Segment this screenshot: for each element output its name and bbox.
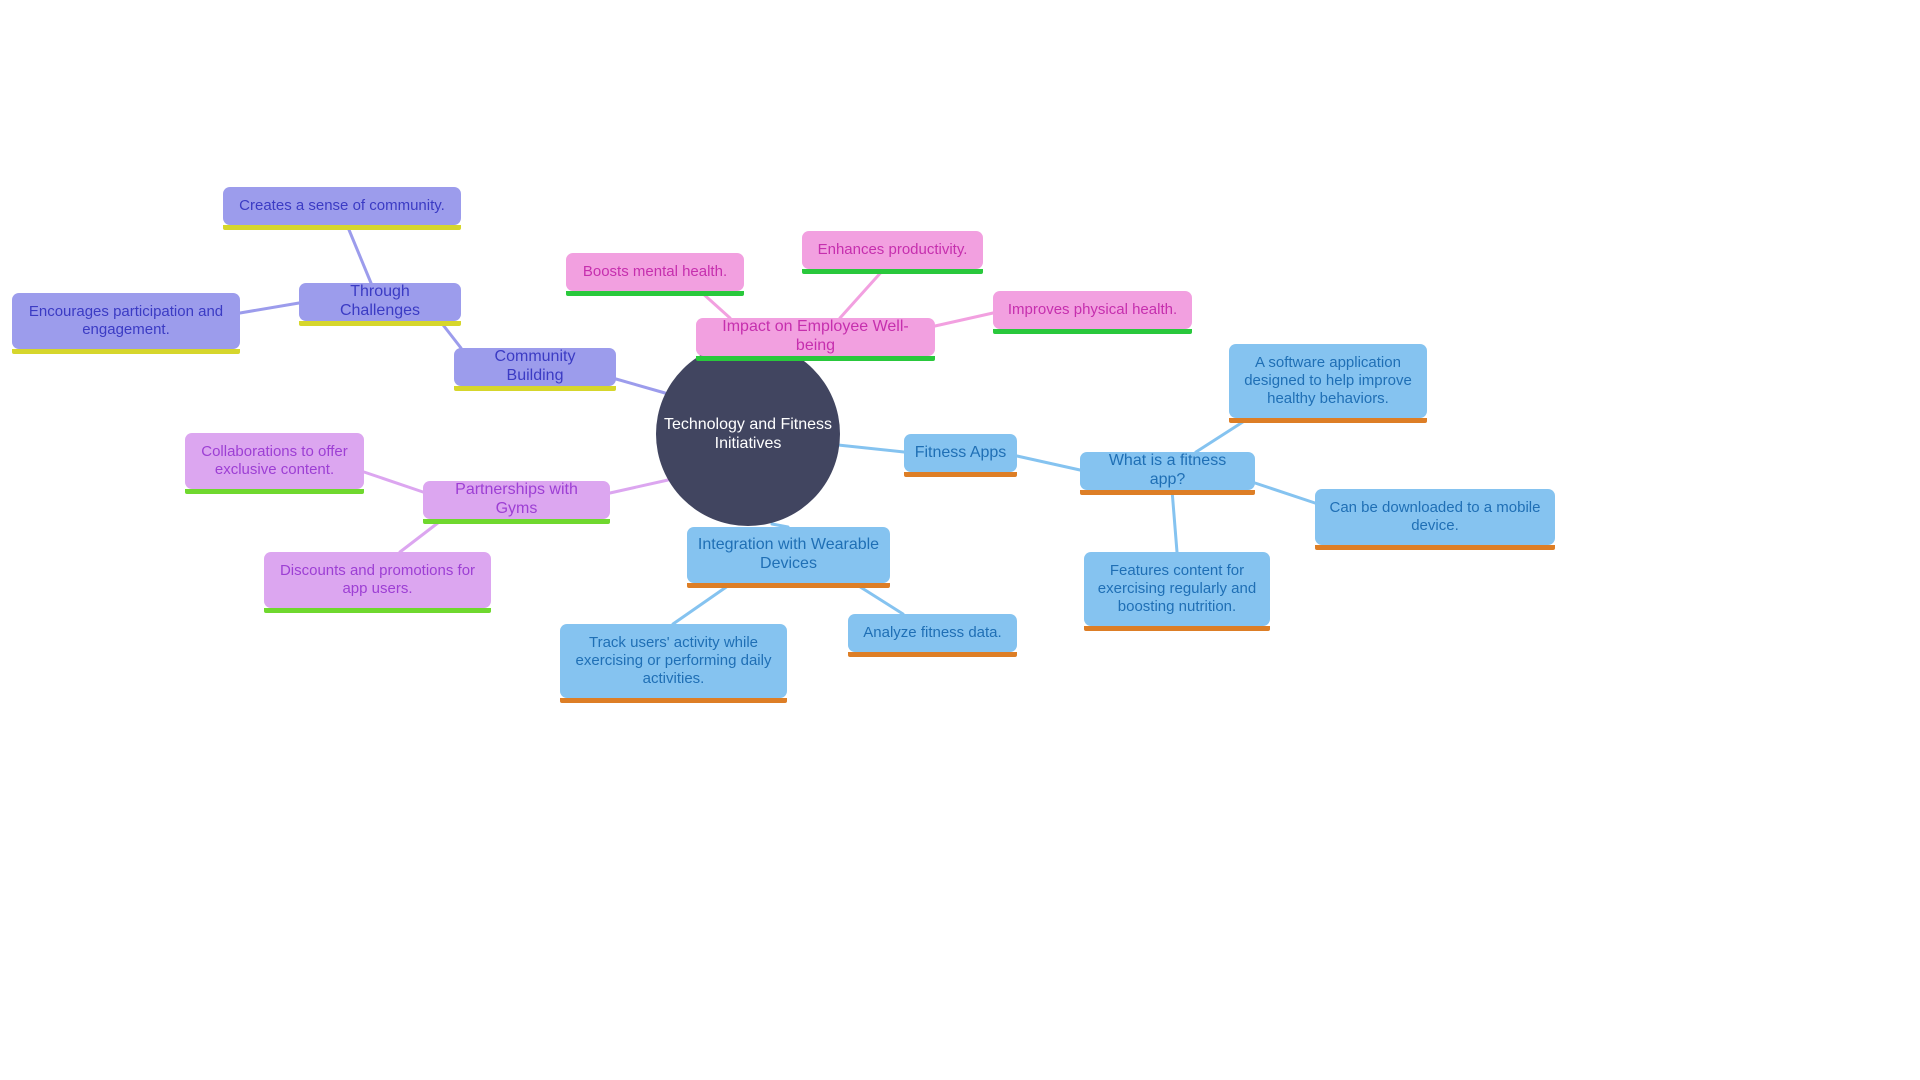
node-encourages-participation[interactable]: Encourages participation and engagement. bbox=[12, 293, 240, 354]
node-sense-of-community[interactable]: Creates a sense of community. bbox=[223, 187, 461, 230]
edge-root-to-fitness-apps bbox=[836, 443, 906, 454]
node-accent-track-activity bbox=[560, 698, 787, 703]
node-discounts-promotions[interactable]: Discounts and promotions for app users. bbox=[264, 552, 491, 613]
node-improves-physical-health[interactable]: Improves physical health. bbox=[993, 291, 1192, 334]
node-label-fitness-apps: Fitness Apps bbox=[914, 443, 1007, 461]
node-label-what-is-fitness-app: What is a fitness app? bbox=[1108, 452, 1227, 488]
node-exclusive-content[interactable]: Collaborations to offer exclusive conten… bbox=[185, 433, 364, 494]
node-accent-gym-partnerships bbox=[423, 519, 610, 524]
edge-what-is-fitness-app-to-software-application bbox=[1194, 416, 1251, 454]
node-label-analyze-data: Analyze fitness data. bbox=[863, 624, 1002, 642]
node-label-track-activity: Track users' activity while exercising o… bbox=[575, 634, 772, 687]
root-node[interactable]: Technology and Fitness Initiatives bbox=[656, 342, 840, 526]
node-label-exclusive-content: Collaborations to offer exclusive conten… bbox=[201, 443, 348, 478]
root-node-label: Technology and Fitness Initiatives bbox=[663, 415, 833, 452]
node-impact[interactable]: Impact on Employee Well-being bbox=[696, 318, 935, 361]
node-label-software-application: A software application designed to help … bbox=[1244, 354, 1412, 407]
node-accent-discounts-promotions bbox=[264, 608, 491, 613]
node-label-community-building: Community Building bbox=[494, 348, 576, 384]
node-enhances-productivity[interactable]: Enhances productivity. bbox=[802, 231, 983, 274]
node-label-boosts-mental-health: Boosts mental health. bbox=[582, 263, 728, 281]
node-accent-impact bbox=[696, 356, 935, 361]
node-accent-mobile-download bbox=[1315, 545, 1555, 550]
node-accent-enhances-productivity bbox=[802, 269, 983, 274]
node-label-impact: Impact on Employee Well-being bbox=[722, 318, 909, 354]
edge-root-to-gym-partnerships bbox=[608, 478, 670, 495]
node-track-activity[interactable]: Track users' activity while exercising o… bbox=[560, 624, 787, 703]
node-label-improves-physical-health: Improves physical health. bbox=[1007, 301, 1178, 319]
node-accent-what-is-fitness-app bbox=[1080, 490, 1255, 495]
node-label-enhances-productivity: Enhances productivity. bbox=[817, 241, 968, 259]
node-software-application[interactable]: A software application designed to help … bbox=[1229, 344, 1427, 423]
node-through-challenges[interactable]: Through Challenges bbox=[299, 283, 461, 326]
edge-root-to-community-building bbox=[614, 377, 667, 395]
node-label-gym-partnerships: Partnerships with Gyms bbox=[455, 481, 578, 517]
node-accent-wearable-integration bbox=[687, 583, 890, 588]
node-label-through-challenges: Through Challenges bbox=[339, 283, 421, 319]
node-analyze-data[interactable]: Analyze fitness data. bbox=[848, 614, 1017, 657]
node-accent-exclusive-content bbox=[185, 489, 364, 494]
node-features-content[interactable]: Features content for exercising regularl… bbox=[1084, 552, 1270, 631]
node-label-sense-of-community: Creates a sense of community. bbox=[239, 197, 445, 215]
node-accent-features-content bbox=[1084, 626, 1270, 631]
node-accent-software-application bbox=[1229, 418, 1427, 423]
node-what-is-fitness-app[interactable]: What is a fitness app? bbox=[1080, 452, 1255, 495]
edge-impact-to-improves-physical-health bbox=[933, 311, 995, 328]
node-accent-through-challenges bbox=[299, 321, 461, 326]
node-fitness-apps[interactable]: Fitness Apps bbox=[904, 434, 1017, 477]
edge-what-is-fitness-app-to-features-content bbox=[1170, 488, 1179, 554]
mindmap-canvas: Technology and Fitness Initiatives Impac… bbox=[0, 0, 1920, 1080]
edge-wearable-integration-to-track-activity bbox=[671, 581, 734, 626]
edge-layer bbox=[238, 223, 1317, 626]
node-boosts-mental-health[interactable]: Boosts mental health. bbox=[566, 253, 744, 296]
node-accent-encourages-participation bbox=[12, 349, 240, 354]
node-accent-community-building bbox=[454, 386, 616, 391]
edge-through-challenges-to-sense-of-community bbox=[345, 223, 373, 285]
node-label-encourages-participation: Encourages participation and engagement. bbox=[28, 303, 224, 338]
edge-through-challenges-to-encourages-participation bbox=[238, 301, 301, 315]
node-accent-sense-of-community bbox=[223, 225, 461, 230]
node-wearable-integration[interactable]: Integration with Wearable Devices bbox=[687, 527, 890, 588]
node-accent-fitness-apps bbox=[904, 472, 1017, 477]
node-accent-boosts-mental-health bbox=[566, 291, 744, 296]
node-community-building[interactable]: Community Building bbox=[454, 348, 616, 391]
edge-gym-partnerships-to-exclusive-content bbox=[362, 470, 425, 494]
edge-what-is-fitness-app-to-mobile-download bbox=[1253, 481, 1317, 505]
node-gym-partnerships[interactable]: Partnerships with Gyms bbox=[423, 481, 610, 524]
node-label-mobile-download: Can be downloaded to a mobile device. bbox=[1329, 499, 1541, 534]
node-label-discounts-promotions: Discounts and promotions for app users. bbox=[279, 562, 476, 597]
node-label-features-content: Features content for exercising regularl… bbox=[1097, 562, 1257, 615]
edge-fitness-apps-to-what-is-fitness-app bbox=[1015, 454, 1082, 472]
edge-impact-to-enhances-productivity bbox=[838, 267, 886, 320]
node-mobile-download[interactable]: Can be downloaded to a mobile device. bbox=[1315, 489, 1555, 550]
node-accent-improves-physical-health bbox=[993, 329, 1192, 334]
node-accent-analyze-data bbox=[848, 652, 1017, 657]
node-label-wearable-integration: Integration with Wearable Devices bbox=[697, 536, 880, 572]
